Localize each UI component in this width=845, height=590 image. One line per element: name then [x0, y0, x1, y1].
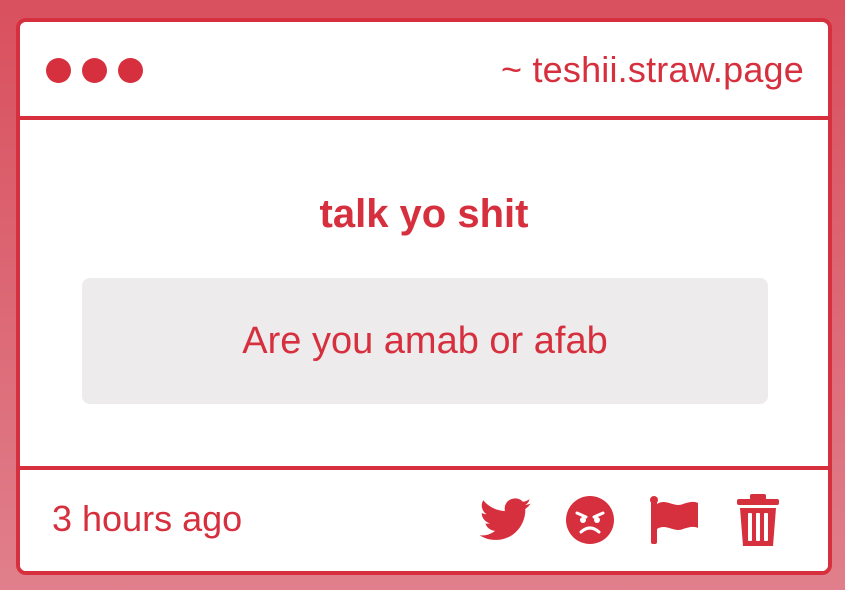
twitter-icon [480, 498, 532, 540]
question-box: Are you amab or afab [82, 278, 768, 404]
message-footer: 3 hours ago [20, 466, 828, 571]
window-dot-1[interactable] [46, 58, 71, 83]
trash-icon [737, 494, 779, 546]
question-text: Are you amab or afab [242, 320, 608, 362]
window-titlebar: ~ teshii.straw.page [20, 22, 828, 120]
window-dot-3[interactable] [118, 58, 143, 83]
delete-button[interactable] [732, 494, 784, 546]
message-content: talk yo shit Are you amab or afab [20, 120, 828, 466]
timestamp: 3 hours ago [52, 498, 243, 539]
action-bar [480, 494, 784, 546]
page-url[interactable]: ~ teshii.straw.page [501, 47, 804, 93]
share-twitter-button[interactable] [480, 494, 532, 546]
window-controls [46, 58, 143, 83]
react-angry-button[interactable] [564, 494, 616, 546]
prompt-title: talk yo shit [319, 192, 529, 236]
report-flag-button[interactable] [648, 494, 700, 546]
angry-face-icon [566, 496, 614, 544]
flag-icon [650, 496, 698, 544]
window-dot-2[interactable] [82, 58, 107, 83]
message-card: ~ teshii.straw.page talk yo shit Are you… [16, 18, 832, 575]
